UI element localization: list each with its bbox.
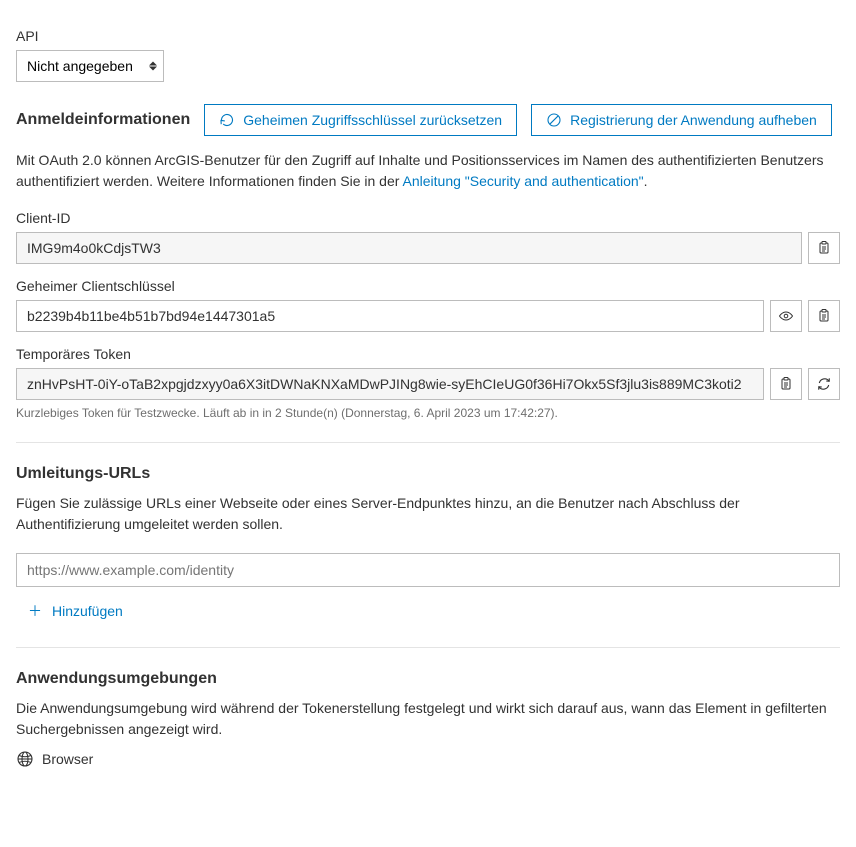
reset-icon bbox=[219, 112, 235, 128]
credentials-description: Mit OAuth 2.0 können ArcGIS-Benutzer für… bbox=[16, 150, 840, 192]
redirect-heading: Umleitungs-URLs bbox=[16, 465, 840, 483]
copy-client-id-button[interactable] bbox=[808, 232, 840, 264]
client-id-input[interactable] bbox=[16, 232, 802, 264]
plus-icon: ＋ bbox=[28, 601, 42, 621]
copy-temp-token-button[interactable] bbox=[770, 368, 802, 400]
security-doc-link[interactable]: Anleitung "Security and authentication" bbox=[403, 173, 644, 189]
credentials-heading: Anmeldeinformationen bbox=[16, 111, 190, 129]
add-redirect-button[interactable]: ＋ Hinzufügen bbox=[16, 597, 135, 625]
unregister-app-button[interactable]: Registrierung der Anwendung aufheben bbox=[531, 104, 832, 136]
temp-token-label: Temporäres Token bbox=[16, 346, 840, 362]
eye-icon bbox=[778, 308, 794, 324]
prohibit-icon bbox=[546, 112, 562, 128]
clipboard-icon bbox=[816, 308, 832, 324]
refresh-icon bbox=[816, 376, 832, 392]
redirect-description: Fügen Sie zulässige URLs einer Webseite … bbox=[16, 493, 840, 535]
client-id-label: Client-ID bbox=[16, 210, 840, 226]
toggle-secret-visibility-button[interactable] bbox=[770, 300, 802, 332]
globe-icon bbox=[16, 750, 34, 768]
environments-heading: Anwendungsumgebungen bbox=[16, 670, 840, 688]
temp-token-helper: Kurzlebiges Token für Testzwecke. Läuft … bbox=[16, 406, 840, 420]
temp-token-input[interactable] bbox=[16, 368, 764, 400]
clipboard-icon bbox=[816, 240, 832, 256]
environment-item: Browser bbox=[16, 750, 840, 768]
client-secret-input[interactable] bbox=[16, 300, 764, 332]
environments-description: Die Anwendungsumgebung wird während der … bbox=[16, 698, 840, 740]
client-secret-label: Geheimer Clientschlüssel bbox=[16, 278, 840, 294]
refresh-token-button[interactable] bbox=[808, 368, 840, 400]
divider bbox=[16, 442, 840, 443]
clipboard-icon bbox=[778, 376, 794, 392]
api-select[interactable]: Nicht angegeben bbox=[16, 50, 164, 82]
redirect-url-input[interactable] bbox=[16, 553, 840, 587]
reset-secret-button[interactable]: Geheimen Zugriffsschlüssel zurücksetzen bbox=[204, 104, 517, 136]
environment-label: Browser bbox=[42, 751, 93, 767]
api-label: API bbox=[16, 28, 840, 44]
copy-client-secret-button[interactable] bbox=[808, 300, 840, 332]
divider bbox=[16, 647, 840, 648]
